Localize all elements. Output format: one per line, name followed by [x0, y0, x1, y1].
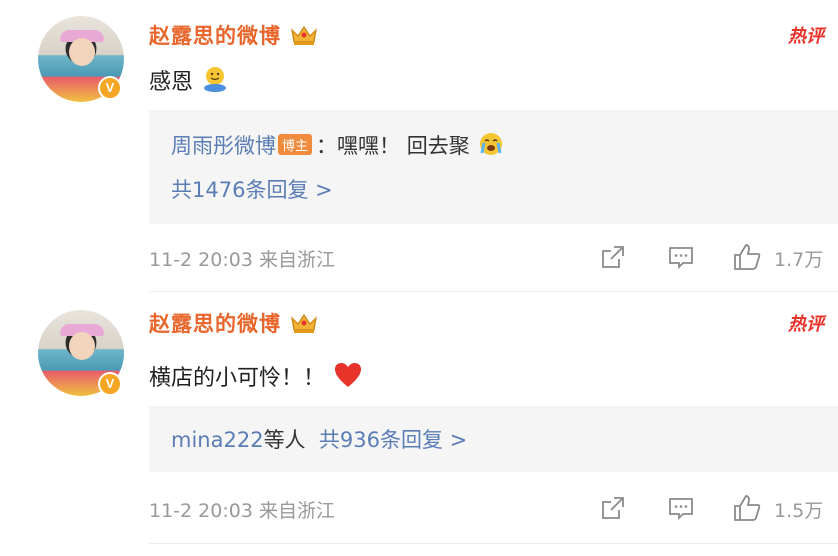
share-icon[interactable] — [598, 242, 628, 274]
reply-line: 周雨彤微博 博主 ：嘿嘿！ 回去聚 — [171, 130, 504, 162]
reply-line: mina222等人 共936条回复 > — [171, 424, 467, 454]
verified-badge-icon: V — [98, 372, 122, 396]
reply-users-suffix: 等人 — [263, 428, 306, 452]
comment-item: V 赵露思的微博 热评 横店的小可怜！！ mina222等人 共936条回复 >… — [0, 292, 838, 556]
crown-icon — [289, 24, 319, 46]
like-icon[interactable] — [732, 493, 762, 525]
reply-author[interactable]: 周雨彤微博 — [171, 134, 276, 158]
divider — [149, 543, 838, 544]
like-count: 1.7万 — [774, 249, 824, 271]
heart-emoji-icon — [333, 361, 363, 395]
comment-username[interactable]: 赵露思的微博 — [149, 308, 319, 338]
comment-meta: 11-2 20:03 来自浙江 — [149, 500, 335, 522]
reply-users[interactable]: mina222 — [171, 428, 264, 452]
comment-icon[interactable] — [666, 242, 696, 274]
comment-actions: 1.7万 — [598, 242, 838, 274]
verified-badge-icon: V — [98, 76, 122, 100]
comment-text: 感恩 — [149, 64, 229, 99]
view-replies-link[interactable]: 共936条回复 > — [319, 428, 467, 452]
comment-meta: 11-2 20:03 来自浙江 — [149, 249, 335, 271]
reply-preview[interactable]: 周雨彤微博 博主 ：嘿嘿！ 回去聚 共1476条回复 > — [149, 110, 838, 224]
comment-actions: 1.5万 — [598, 493, 838, 525]
crown-icon — [289, 312, 319, 334]
author-badge: 博主 — [278, 134, 313, 155]
reply-text: ：嘿嘿！ 回去聚 — [316, 134, 470, 158]
like-icon[interactable] — [732, 242, 762, 274]
share-icon[interactable] — [598, 493, 628, 525]
reply-preview[interactable]: mina222等人 共936条回复 > — [149, 406, 838, 472]
view-replies-link[interactable]: 共1476条回复 > — [171, 174, 333, 204]
hot-comment-badge: 热评 — [788, 314, 824, 335]
comment-username[interactable]: 赵露思的微博 — [149, 20, 319, 50]
crying-emoji-icon — [478, 131, 504, 162]
comment-text: 横店的小可怜！！ — [149, 360, 363, 395]
like-count: 1.5万 — [774, 500, 824, 522]
comment-icon[interactable] — [666, 493, 696, 525]
hugging-emoji-icon — [201, 65, 229, 99]
hot-comment-badge: 热评 — [788, 26, 824, 47]
comment-item: V 赵露思的微博 热评 感恩 周雨彤微博 博主 ：嘿嘿！ 回去聚 共1476条回复 … — [0, 0, 838, 292]
